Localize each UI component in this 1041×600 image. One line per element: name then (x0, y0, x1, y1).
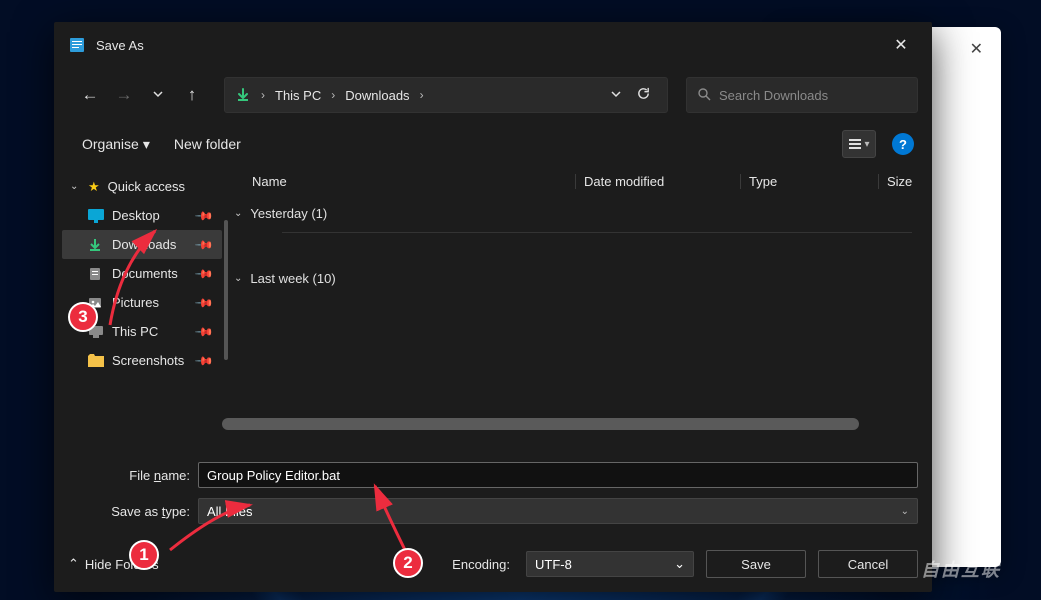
chevron-down-icon: ▾ (864, 139, 869, 150)
back-button[interactable]: ← (76, 85, 104, 105)
chevron-right-icon: › (261, 88, 265, 102)
group-label: Yesterday (1) (250, 206, 327, 221)
recent-locations-button[interactable] (144, 85, 172, 105)
column-headers[interactable]: Name Date modified Type Size (222, 166, 932, 196)
col-name[interactable]: Name (252, 174, 575, 189)
encoding-combobox[interactable]: UTF-8 ⌄ (526, 551, 694, 577)
help-button[interactable]: ? (892, 133, 914, 155)
sidebar-item-screenshots[interactable]: Screenshots 📌 (62, 346, 222, 375)
path-segment-thispc[interactable]: This PC (275, 88, 321, 103)
savetype-label: Save as type: (68, 504, 198, 519)
encoding-label: Encoding: (452, 557, 510, 572)
sidebar-quick-access[interactable]: ⌄ ★ Quick access (62, 172, 222, 201)
forward-button[interactable]: → (110, 85, 138, 105)
toolbar: Organise ▾ New folder ▾ ? (54, 122, 932, 166)
thispc-icon (88, 325, 104, 339)
group-divider (282, 232, 912, 233)
address-bar[interactable]: › This PC › Downloads › (224, 77, 668, 113)
pin-icon: 📌 (194, 263, 214, 283)
previous-locations-button[interactable] (610, 88, 622, 103)
chevron-down-icon: ▾ (143, 136, 150, 153)
list-group[interactable]: ⌄ Last week (10) (222, 261, 932, 295)
pin-icon: 📌 (194, 292, 214, 312)
path-segment-downloads[interactable]: Downloads (345, 88, 409, 103)
chevron-down-icon: ⌄ (234, 208, 242, 219)
col-size[interactable]: Size (878, 174, 932, 189)
chevron-down-icon: ⌄ (901, 506, 909, 517)
close-button[interactable]: ✕ (878, 22, 924, 68)
folder-icon (88, 354, 104, 368)
chevron-down-icon: ⌄ (674, 556, 685, 572)
save-button[interactable]: Save (706, 550, 806, 578)
refresh-button[interactable] (636, 86, 651, 105)
up-button[interactable]: ↑ (178, 85, 206, 105)
sidebar-item-documents[interactable]: Documents 📌 (62, 259, 222, 288)
sidebar-item-thispc[interactable]: This PC 📌 (62, 317, 222, 346)
button-row: ⌃ Hide Folders Encoding: UTF-8 ⌄ Save Ca… (54, 534, 932, 592)
main-area: ⌄ ★ Quick access Desktop 📌 Downloads 📌 D… (54, 166, 932, 438)
view-mode-button[interactable]: ▾ (842, 130, 876, 158)
pin-icon: 📌 (194, 321, 214, 341)
chevron-down-icon: ⌄ (70, 181, 80, 192)
sidebar-item-downloads[interactable]: Downloads 📌 (62, 230, 222, 259)
close-icon[interactable]: ✕ (970, 39, 983, 59)
sidebar-item-pictures[interactable]: Pictures 📌 (62, 288, 222, 317)
chevron-right-icon: › (420, 88, 424, 102)
sidebar-item-label: Desktop (112, 208, 160, 223)
nav-bar: ← → ↑ › This PC › Downloads › Search Dow… (54, 68, 932, 122)
pin-icon: 📌 (194, 234, 214, 254)
search-placeholder: Search Downloads (719, 88, 828, 103)
star-icon: ★ (88, 179, 100, 195)
pictures-icon (88, 296, 104, 310)
sidebar-item-label: Documents (112, 266, 178, 281)
search-icon (697, 87, 711, 104)
documents-icon (88, 267, 104, 281)
form-area: File name: Save as type: All Files ⌄ (54, 438, 932, 534)
chevron-up-icon: ⌃ (68, 556, 79, 572)
notepad-icon (68, 36, 86, 54)
savetype-value: All Files (207, 504, 253, 519)
filename-label: File name: (68, 468, 198, 483)
cancel-button[interactable]: Cancel (818, 550, 918, 578)
sidebar-label: Quick access (108, 179, 185, 194)
save-as-dialog: Save As ✕ ← → ↑ › This PC › Downloads › (54, 22, 932, 592)
pin-icon: 📌 (194, 350, 214, 370)
sidebar-item-label: This PC (112, 324, 158, 339)
group-label: Last week (10) (250, 271, 335, 286)
dialog-title: Save As (96, 38, 144, 53)
search-input[interactable]: Search Downloads (686, 77, 918, 113)
sidebar-item-label: Downloads (112, 237, 176, 252)
hide-folders-button[interactable]: ⌃ Hide Folders (68, 556, 159, 572)
chevron-right-icon: › (331, 88, 335, 102)
chevron-down-icon: ⌄ (234, 273, 242, 284)
title-bar: Save As ✕ (54, 22, 932, 68)
filename-input[interactable] (198, 462, 918, 488)
desktop-icon (88, 209, 104, 223)
encoding-value: UTF-8 (535, 557, 572, 572)
savetype-combobox[interactable]: All Files ⌄ (198, 498, 918, 524)
pin-icon: 📌 (194, 205, 214, 225)
download-icon (88, 238, 104, 252)
list-group[interactable]: ⌄ Yesterday (1) (222, 196, 932, 230)
organise-button[interactable]: Organise ▾ (82, 136, 150, 153)
sidebar-item-desktop[interactable]: Desktop 📌 (62, 201, 222, 230)
download-icon (235, 87, 251, 103)
col-type[interactable]: Type (740, 174, 878, 189)
col-date[interactable]: Date modified (575, 174, 740, 189)
watermark: 自由互联 (921, 556, 1001, 582)
horizontal-scrollbar[interactable] (222, 418, 914, 430)
new-folder-button[interactable]: New folder (174, 136, 241, 152)
file-list[interactable]: Name Date modified Type Size ⌄ Yesterday… (222, 166, 932, 438)
sidebar-item-label: Pictures (112, 295, 159, 310)
sidebar-item-label: Screenshots (112, 353, 184, 368)
nav-pane: ⌄ ★ Quick access Desktop 📌 Downloads 📌 D… (54, 166, 222, 438)
